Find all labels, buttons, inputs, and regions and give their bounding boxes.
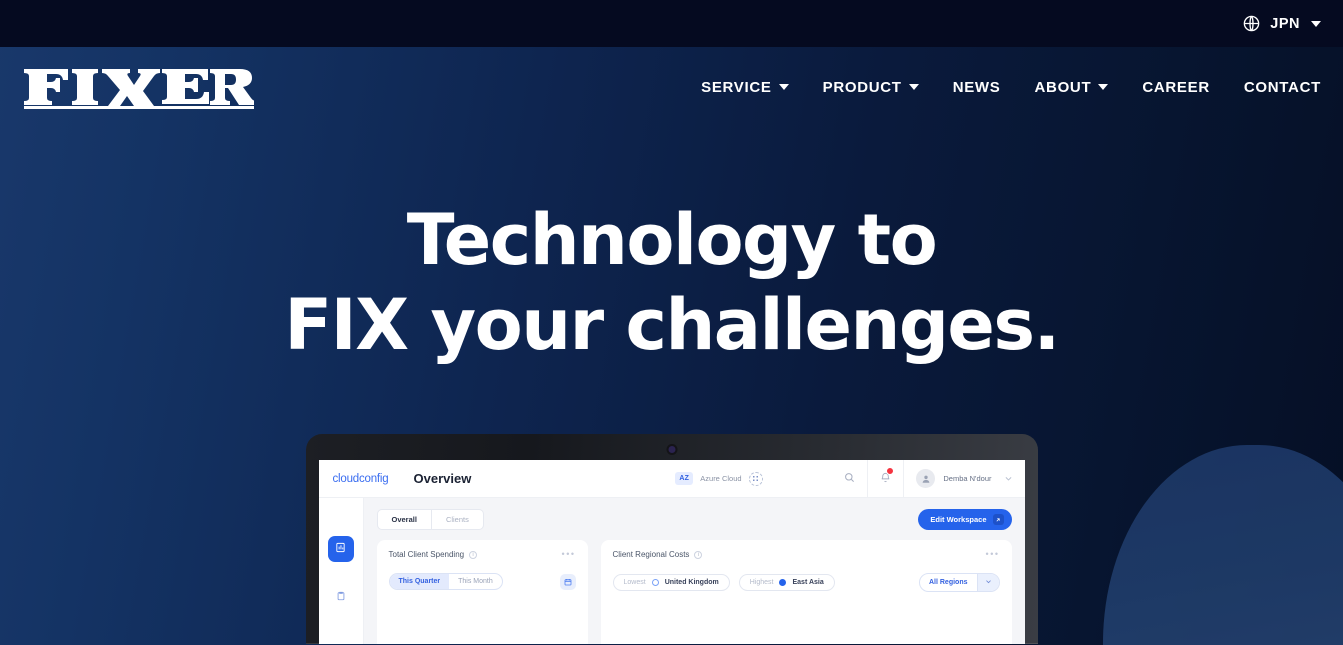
nav-label: PRODUCT xyxy=(822,78,902,96)
grid-dots-icon[interactable] xyxy=(748,471,763,486)
period-this-month[interactable]: This Month xyxy=(449,574,502,589)
laptop-lid: cloudconfig Overview AZ Azure Cloud Demb… xyxy=(305,434,1038,644)
info-icon[interactable]: i xyxy=(694,550,703,559)
nav-item-service[interactable]: SERVICE xyxy=(684,71,805,104)
external-link-icon xyxy=(992,514,1004,525)
laptop-mockup: cloudconfig Overview AZ Azure Cloud Demb… xyxy=(305,434,1038,644)
search-button[interactable] xyxy=(832,460,867,497)
caret-down-icon xyxy=(1311,20,1321,27)
stat-label: Highest xyxy=(749,579,774,586)
webcam-icon xyxy=(668,446,675,453)
cloud-provider-label: Azure Cloud xyxy=(700,474,742,483)
avatar xyxy=(916,469,936,488)
tab-overall[interactable]: Overall xyxy=(378,510,432,529)
stat-value: United Kingdom xyxy=(664,579,719,586)
edit-workspace-label: Edit Workspace xyxy=(930,515,987,524)
card-filters: This Quarter This Month xyxy=(388,573,576,590)
azure-badge: AZ xyxy=(675,472,694,485)
chevron-down-icon xyxy=(1004,470,1013,488)
search-icon xyxy=(844,470,855,488)
period-toggle: This Quarter This Month xyxy=(388,573,503,590)
stat-value: East Asia xyxy=(792,579,824,586)
globe-icon xyxy=(1242,14,1261,33)
nav-item-news[interactable]: NEWS xyxy=(936,71,1018,104)
fixer-logo[interactable] xyxy=(14,65,254,109)
stat-label: Lowest xyxy=(623,579,646,586)
card-header: Client Regional Costs i ••• xyxy=(612,550,1000,560)
hero-section: Technology to FIX your challenges. xyxy=(0,127,1343,360)
region-filter-value: All Regions xyxy=(928,579,968,586)
notifications-button[interactable] xyxy=(867,460,903,497)
hero-line-2: FIX your challenges. xyxy=(284,284,1060,366)
chevron-down-icon xyxy=(1098,84,1109,90)
top-utility-bar: JPN xyxy=(0,0,1343,47)
card-title: Client Regional Costs xyxy=(612,550,690,559)
cloud-provider-chip[interactable]: AZ Azure Cloud xyxy=(675,471,763,486)
dashboard-main: Overall Clients Edit Workspace Total Cli… xyxy=(363,498,1025,644)
chevron-down-icon xyxy=(908,84,919,90)
dashboard-topbar: cloudconfig Overview AZ Azure Cloud Demb… xyxy=(318,460,1025,498)
more-options-icon[interactable]: ••• xyxy=(562,550,576,559)
stat-highest-region[interactable]: Highest East Asia xyxy=(738,574,835,591)
nav-item-product[interactable]: PRODUCT xyxy=(806,71,936,104)
dashboard-body: Overall Clients Edit Workspace Total Cli… xyxy=(318,498,1025,644)
dashboard-toolbar: Overall Clients Edit Workspace xyxy=(376,509,1012,530)
main-navigation: SERVICE PRODUCT NEWS ABOUT CAREER CONTAC… xyxy=(684,71,1321,104)
sidebar-item-chart[interactable] xyxy=(327,536,354,562)
site-header: SERVICE PRODUCT NEWS ABOUT CAREER CONTAC… xyxy=(0,47,1343,127)
dashboard-topbar-right: Demba N'dour xyxy=(832,460,1024,497)
landing-page: JPN SERVICE PRODUCT NEWS ABOUT CAREER CO… xyxy=(0,0,1343,645)
nav-label: SERVICE xyxy=(701,78,772,96)
card-total-client-spending: Total Client Spending i ••• This Quarter… xyxy=(376,540,588,644)
language-selector[interactable]: JPN xyxy=(1242,14,1321,33)
decorative-blob xyxy=(1103,445,1343,645)
notification-badge xyxy=(886,467,895,475)
more-options-icon[interactable]: ••• xyxy=(986,550,1000,559)
nav-item-career[interactable]: CAREER xyxy=(1125,71,1227,104)
card-filters: Lowest United Kingdom Highest East Asia xyxy=(612,573,1000,592)
edit-workspace-button[interactable]: Edit Workspace xyxy=(918,509,1012,530)
dashboard-cards: Total Client Spending i ••• This Quarter… xyxy=(376,540,1012,644)
chevron-down-icon xyxy=(778,84,789,90)
chart-icon xyxy=(335,540,346,558)
card-header: Total Client Spending i ••• xyxy=(388,550,576,560)
dot-marker-icon xyxy=(779,579,787,586)
calendar-icon[interactable] xyxy=(559,573,576,590)
cloudconfig-logo[interactable]: cloudconfig xyxy=(319,473,403,485)
card-client-regional-costs: Client Regional Costs i ••• Lowest Unite… xyxy=(600,540,1012,644)
page-title: Technology to FIX your challenges. xyxy=(0,205,1343,360)
sidebar-item-clipboard[interactable] xyxy=(328,584,354,610)
dashboard-page-title: Overview xyxy=(413,471,472,486)
ring-marker-icon xyxy=(651,579,659,586)
nav-label: NEWS xyxy=(952,78,1001,96)
user-menu[interactable]: Demba N'dour xyxy=(903,460,1024,497)
clipboard-icon xyxy=(336,588,346,606)
stat-lowest-region[interactable]: Lowest United Kingdom xyxy=(612,574,730,591)
tab-clients[interactable]: Clients xyxy=(432,510,483,529)
nav-item-contact[interactable]: CONTACT xyxy=(1227,71,1321,104)
nav-label: ABOUT xyxy=(1034,78,1092,96)
language-label: JPN xyxy=(1270,15,1300,32)
period-this-quarter[interactable]: This Quarter xyxy=(389,574,450,589)
dashboard-sidebar xyxy=(318,498,364,644)
chevron-down-icon xyxy=(976,574,999,591)
region-filter-select[interactable]: All Regions xyxy=(918,573,1000,592)
card-title: Total Client Spending xyxy=(388,550,465,559)
hero-line-1: Technology to xyxy=(406,199,938,281)
info-icon[interactable]: i xyxy=(469,550,478,559)
overview-tabs: Overall Clients xyxy=(376,509,484,530)
nav-label: CONTACT xyxy=(1243,78,1321,96)
user-name: Demba N'dour xyxy=(943,474,992,483)
dashboard-screen: cloudconfig Overview AZ Azure Cloud Demb… xyxy=(318,460,1025,644)
nav-label: CAREER xyxy=(1142,78,1210,96)
nav-item-about[interactable]: ABOUT xyxy=(1018,71,1126,104)
